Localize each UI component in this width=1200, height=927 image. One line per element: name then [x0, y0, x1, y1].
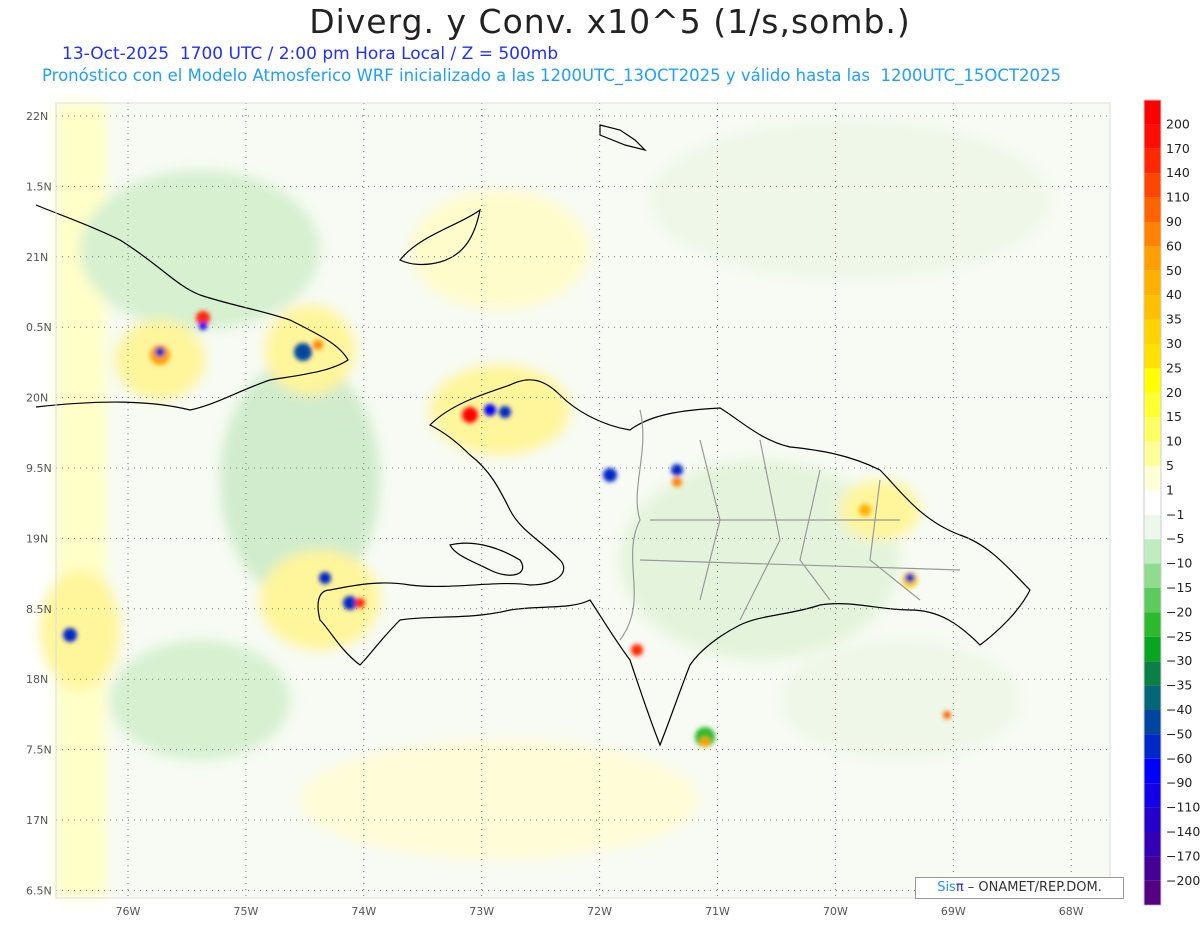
lon-label: 70W: [823, 905, 848, 918]
lat-label: 21N: [26, 251, 48, 264]
valid-time-line: 13-Oct-2025 1700 UTC / 2:00 pm Hora Loca…: [62, 44, 559, 64]
colorbar-label: −40: [1166, 702, 1192, 717]
colorbar-label: −30: [1166, 653, 1192, 668]
colorbar-swatch: [1144, 270, 1161, 296]
colorbar-label: 170: [1166, 141, 1190, 156]
colorbar-label: 40: [1166, 287, 1182, 302]
lat-label: 9.5N: [26, 462, 52, 475]
colorbar-label: 15: [1166, 409, 1182, 424]
lat-label: 1.5N: [26, 180, 52, 193]
colorbar-swatch: [1144, 197, 1161, 222]
colorbar-label: 25: [1166, 360, 1182, 375]
colorbar-label: 60: [1166, 238, 1182, 253]
colorbar-label: 50: [1166, 263, 1182, 278]
colorbar-swatch: [1144, 222, 1161, 247]
colorbar-label: 20: [1166, 385, 1182, 400]
lat-label: 20N: [26, 392, 48, 405]
colorbar-label: −60: [1166, 751, 1192, 766]
colorbar-label: −140: [1166, 824, 1200, 839]
colorbar-label: 5: [1166, 458, 1174, 473]
colorbar-label: −1: [1166, 507, 1184, 522]
lon-labels: 76W 75W 74W 73W 72W 71W 70W 69W 68W: [116, 905, 1084, 918]
lat-label: 18N: [26, 673, 48, 686]
colorbar-swatch: [1144, 563, 1161, 588]
colorbar-label: 200: [1166, 116, 1190, 131]
colorbar-label: −35: [1166, 678, 1192, 693]
lat-label: 0.5N: [26, 321, 52, 334]
lon-label: 68W: [1059, 905, 1084, 918]
colorbar-label: 90: [1166, 214, 1182, 229]
map-title: Diverg. y Conv. x10^5 (1/s,somb.): [309, 2, 911, 41]
credit-label: Sisπ – ONAMET/REP.DOM.: [915, 877, 1124, 899]
colorbar-swatch: [1144, 319, 1161, 344]
lat-labels: 22N 1.5N 21N 0.5N 20N 9.5N 19N 8.5N 18N 7.5N 17N 6.…: [26, 110, 52, 897]
lon-label: 69W: [941, 905, 966, 918]
model-info-line: Pronóstico con el Modelo Atmosferico WRF…: [42, 66, 1061, 85]
colorbar-label: −90: [1166, 775, 1192, 790]
lat-label: 7.5N: [26, 744, 52, 757]
colorbar-label: 110: [1166, 190, 1190, 205]
colorbar-label: 1: [1166, 482, 1174, 497]
credit-text: – ONAMET/REP.DOM.: [963, 880, 1102, 895]
colorbar-swatch: [1144, 807, 1161, 832]
colorbar-swatch: [1144, 783, 1161, 808]
colorbar-swatch: [1144, 173, 1161, 198]
colorbar-swatch: [1144, 710, 1161, 735]
lon-label: 72W: [587, 905, 612, 918]
lon-label: 76W: [116, 905, 141, 918]
colorbar-swatch: [1144, 392, 1161, 418]
colorbar-swatch: [1144, 295, 1161, 320]
lat-label: 17N: [26, 814, 48, 827]
colorbar-swatch: [1144, 539, 1161, 564]
colorbar-label: 140: [1166, 165, 1190, 180]
colorbar-label: −110: [1166, 800, 1200, 815]
colorbar-swatch: [1144, 612, 1161, 637]
colorbar-label: −5: [1166, 531, 1184, 546]
colorbar-label: −50: [1166, 726, 1192, 741]
colorbar-swatch: [1144, 246, 1161, 271]
colorbar-swatch: [1144, 124, 1161, 149]
colorbar-swatch: [1144, 441, 1161, 466]
colorbar-label: 35: [1166, 312, 1182, 327]
colorbar-swatch: [1144, 661, 1161, 686]
lon-label: 74W: [351, 905, 376, 918]
colorbar-swatch: [1144, 734, 1161, 759]
colorbar-swatch: [1144, 685, 1161, 710]
colorbar-label: −25: [1166, 629, 1192, 644]
colorbar-swatch: [1144, 368, 1161, 393]
lon-label: 73W: [469, 905, 494, 918]
colorbar-swatch: [1144, 417, 1161, 442]
colorbar-label: −15: [1166, 580, 1192, 595]
colorbar-label: 30: [1166, 336, 1182, 351]
colorbar-swatch: [1144, 466, 1161, 491]
colorbar-swatch: [1144, 856, 1161, 881]
colorbar-swatch: [1144, 758, 1161, 784]
lat-label: 19N: [26, 532, 48, 545]
colorbar-label: −170: [1166, 848, 1200, 863]
colorbar-swatch: [1144, 588, 1161, 613]
colorbar-label: −200: [1166, 873, 1200, 888]
lat-label: 6.5N: [26, 884, 52, 897]
colorbar-swatch: [1144, 514, 1161, 540]
lon-label: 71W: [705, 905, 730, 918]
colorbar-swatch: [1144, 344, 1161, 369]
colorbar-swatch: [1144, 100, 1161, 125]
lon-label: 75W: [233, 905, 258, 918]
colorbar-label: −10: [1166, 556, 1192, 571]
colorbar-label: −20: [1166, 604, 1192, 619]
colorbar-swatch: [1144, 490, 1161, 515]
colorbar-swatch: [1144, 148, 1161, 174]
sis-logo-text: Sis: [937, 880, 956, 895]
colorbar-swatch: [1144, 880, 1161, 906]
pi-logo: π: [955, 880, 964, 895]
colorbar-swatch: [1144, 832, 1161, 857]
colorbar-label: 10: [1166, 434, 1182, 449]
lat-label: 22N: [26, 110, 48, 123]
colorbar: 200 170 140 110 90 60 50 40 35 30 25 20 15 10 5 1 −1 −5 −1…: [1143, 99, 1200, 906]
colorbar-swatch: [1144, 636, 1161, 662]
divergence-map: 22N 1.5N 21N 0.5N 20N 9.5N 19N 8.5N 18N 7.5N 17N 6.…: [26, 99, 1200, 918]
lat-label: 8.5N: [26, 603, 52, 616]
